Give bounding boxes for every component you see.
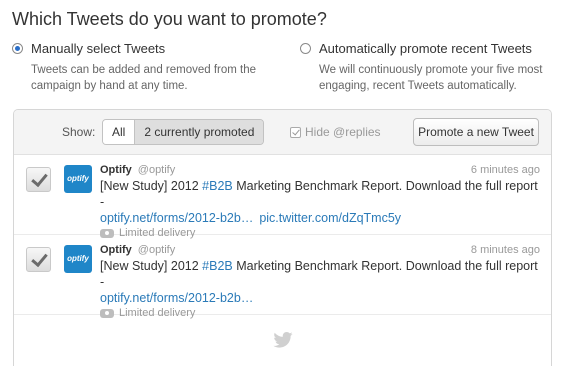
avatar[interactable]: optify <box>64 165 92 193</box>
tweet-hashtag[interactable]: #B2B <box>202 259 233 273</box>
filter-all-button[interactable]: All <box>103 120 135 144</box>
tweet-text-before: [New Study] 2012 <box>100 179 203 193</box>
eye-icon <box>100 308 114 318</box>
tweets-panel: Show: All 2 currently promoted Hide @rep… <box>13 109 552 366</box>
tweet-pic-link[interactable]: pic.twitter.com/dZqTmc5y <box>259 211 401 225</box>
auto-promote-option[interactable]: Automatically promote recent Tweets We w… <box>300 41 554 94</box>
auto-radio-button[interactable] <box>300 43 311 54</box>
filter-promoted-button[interactable]: 2 currently promoted <box>134 120 264 144</box>
manual-radio-button[interactable] <box>12 43 23 54</box>
tweet-hashtag[interactable]: #B2B <box>202 179 233 193</box>
tweet-author-name[interactable]: Optify <box>100 244 132 256</box>
tweets-toolbar: Show: All 2 currently promoted Hide @rep… <box>14 110 551 155</box>
tweet-author-handle[interactable]: @optify <box>138 244 175 256</box>
hide-replies-toggle[interactable]: Hide @replies <box>290 125 381 139</box>
tweet-select-checkbox[interactable] <box>26 247 51 272</box>
tweet-timestamp[interactable]: 6 minutes ago <box>471 164 540 176</box>
tweet-select-checkbox[interactable] <box>26 167 51 192</box>
tweet-author-name[interactable]: Optify <box>100 164 132 176</box>
tweet-text-before: [New Study] 2012 <box>100 259 203 273</box>
hide-replies-checkbox[interactable] <box>290 126 301 138</box>
tweet-row: optify Optify @optify 8 minutes ago [New … <box>14 235 551 319</box>
auto-option-description: We will continuously promote your five m… <box>319 64 543 92</box>
manual-select-option[interactable]: Manually select Tweets Tweets can be add… <box>12 41 266 94</box>
page-title: Which Tweets do you want to promote? <box>12 9 327 29</box>
tweet-timestamp[interactable]: 8 minutes ago <box>471 244 540 256</box>
tweet-row: optify Optify @optify 6 minutes ago [New … <box>14 155 551 239</box>
manual-option-label[interactable]: Manually select Tweets <box>31 41 165 56</box>
show-label: Show: <box>62 125 96 139</box>
delivery-status: Limited delivery <box>119 307 196 319</box>
filter-segmented-control: All 2 currently promoted <box>102 119 265 145</box>
tweet-link[interactable]: optify.net/forms/2012-b2b… <box>100 291 253 305</box>
tweet-link[interactable]: optify.net/forms/2012-b2b… <box>100 211 253 225</box>
avatar[interactable]: optify <box>64 245 92 273</box>
auto-option-label[interactable]: Automatically promote recent Tweets <box>319 41 532 56</box>
promote-new-tweet-button[interactable]: Promote a new Tweet <box>413 118 539 146</box>
manual-option-description: Tweets can be added and removed from the… <box>31 64 257 92</box>
tweet-text: [New Study] 2012 #B2B Marketing Benchmar… <box>100 258 540 290</box>
tweet-text: [New Study] 2012 #B2B Marketing Benchmar… <box>100 178 540 210</box>
tweet-author-handle[interactable]: @optify <box>138 164 175 176</box>
twitter-bird-icon <box>273 332 293 348</box>
hide-replies-label[interactable]: Hide @replies <box>305 125 381 139</box>
